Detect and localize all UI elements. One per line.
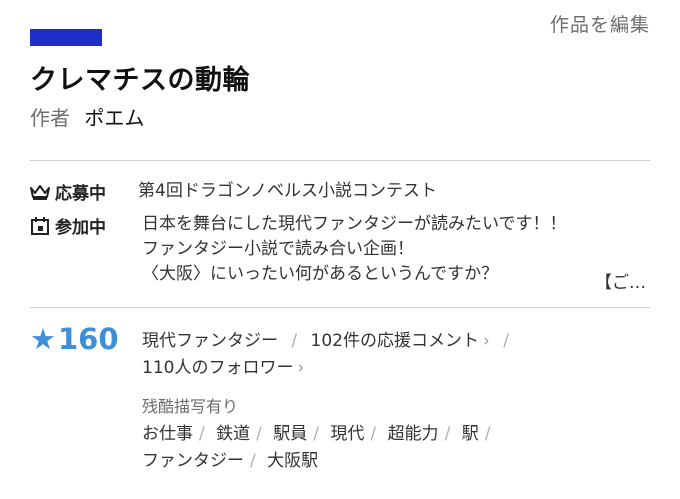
participation-list: 日本を舞台にした現代ファンタジーが読みたいです！！ ファンタジー小説で読み合い企… (142, 212, 650, 287)
contest-badge-label: 応募中 (55, 184, 106, 204)
calendar-icon (31, 216, 49, 235)
star-count-value: 160 (58, 322, 119, 356)
divider (30, 307, 650, 308)
tag-link[interactable]: 鉄道 (216, 424, 250, 444)
work-title: クレマチスの動輪 (30, 65, 250, 96)
followers-link[interactable]: 110人のフォロワー › (142, 358, 304, 378)
genre-link[interactable]: 現代ファンタジー (142, 331, 278, 351)
star-count: ★ 160 (30, 322, 119, 356)
comments-link[interactable]: 102件の応援コメント › (311, 331, 490, 351)
tags-row-1: お仕事 / 鉄道 / 駅員 / 現代 / 超能力 / 駅 / (142, 424, 491, 444)
tag-link[interactable]: お仕事 (142, 424, 193, 444)
tag-link[interactable]: ファンタジー (142, 451, 244, 471)
contest-name-link[interactable]: 第4回ドラゴンノベルス小説コンテスト (138, 179, 437, 204)
star-icon: ★ (30, 322, 56, 356)
meta-row-2: 110人のフォロワー › (142, 353, 304, 378)
participation-more-link[interactable]: 【ご… (595, 268, 646, 293)
edit-work-link[interactable]: 作品を編集 (550, 10, 650, 37)
tag-link[interactable]: 超能力 (388, 424, 439, 444)
tag-link[interactable]: 大阪駅 (267, 451, 318, 471)
separator: / (503, 331, 509, 351)
followers-label: 110人のフォロワー (142, 358, 294, 378)
tag-link[interactable]: 現代 (330, 424, 364, 444)
divider (30, 160, 650, 161)
participation-item[interactable]: ファンタジー小説で読み合い企画！ (142, 237, 650, 262)
chevron-right-icon: › (483, 331, 490, 351)
tag-link[interactable]: 駅員 (273, 424, 307, 444)
author-row: 作者 ポエム (30, 102, 144, 131)
participation-row: 参加中 (30, 213, 138, 238)
tags-row-2: ファンタジー / 大阪駅 (142, 451, 319, 471)
participation-badge: 参加中 (30, 213, 138, 238)
contest-badge: 応募中 (30, 179, 138, 204)
accent-bar (30, 29, 102, 46)
participation-item[interactable]: 日本を舞台にした現代ファンタジーが読みたいです！！ (142, 212, 650, 237)
participation-item[interactable]: 〈大阪〉にいったい何があるというんですか？ (142, 262, 650, 287)
chevron-right-icon: › (297, 358, 305, 378)
comments-label: 102件の応援コメント (310, 331, 479, 351)
participation-badge-label: 参加中 (55, 218, 106, 238)
crown-icon (30, 184, 50, 200)
content-warning-label: 残酷描写有り (142, 397, 239, 416)
tag-link[interactable]: 駅 (462, 424, 479, 444)
meta-row-1: 現代ファンタジー / 102件の応援コメント › / (142, 326, 517, 351)
author-label: 作者 (30, 106, 70, 130)
author-name-link[interactable]: ポエム (84, 106, 144, 130)
contest-row: 応募中 第4回ドラゴンノベルス小説コンテスト (30, 179, 437, 204)
separator: / (291, 331, 298, 351)
